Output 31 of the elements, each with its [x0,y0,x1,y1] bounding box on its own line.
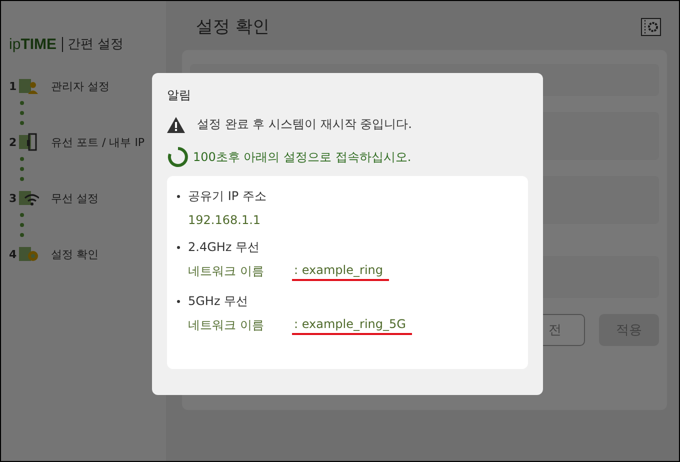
countdown-message: 100초후 아래의 설정으로 접속하십시오. [193,148,412,166]
step-label[interactable]: 무선 설정 [51,190,98,206]
bullet-icon [177,195,180,198]
warning-message: 설정 완료 후 시스템이 재시작 중입니다. [197,116,412,133]
step-number: 3 [9,192,17,204]
wifi-icon [19,189,39,207]
app-title: 간편 설정 [68,36,124,53]
brand-logo: ipTIME [9,36,57,52]
field-label: 네트워크 이름 [188,263,265,280]
section-heading: 5GHz 무선 [188,293,248,310]
field-label: 네트워크 이름 [188,317,265,334]
ip-address: 192.168.1.1 [188,213,262,227]
step-number: 2 [9,136,17,148]
section-heading: 2.4GHz 무선 [188,239,260,256]
network-name: : example_ring [292,263,389,281]
loading-spinner-icon [167,146,189,168]
port-icon [19,133,39,151]
network-name: : example_ring_5G [292,317,412,335]
page-title: 설정 확인 [196,16,270,38]
warning-icon [167,116,185,132]
section-heading: 공유기 IP 주소 [188,188,266,205]
bullet-icon [177,246,180,249]
dialog-title: 알림 [167,87,192,104]
settings-icon[interactable] [641,18,661,36]
person-icon [19,77,39,95]
step-label[interactable]: 유선 포트 / 내부 IP [51,134,145,150]
step-label[interactable]: 관리자 설정 [51,78,110,94]
bullet-icon [177,300,180,303]
step-number: 4 [9,248,17,260]
step-number: 1 [9,80,17,92]
step-label[interactable]: 설정 확인 [51,246,98,262]
